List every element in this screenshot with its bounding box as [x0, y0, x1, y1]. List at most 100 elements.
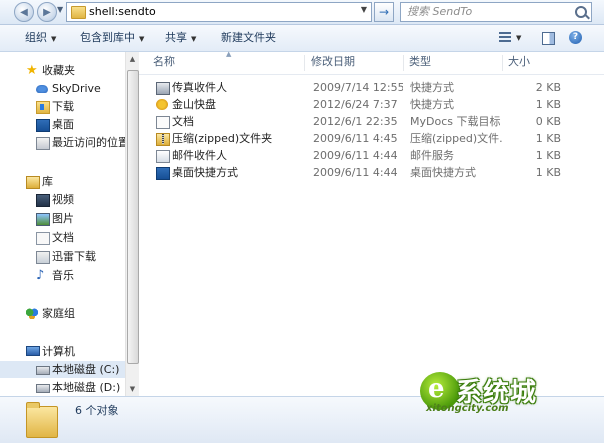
- file-row[interactable]: 金山快盘 2012/6/24 7:37 快捷方式 1 KB: [139, 96, 604, 113]
- column-divider[interactable]: [304, 55, 305, 71]
- go-button[interactable]: →: [374, 2, 394, 22]
- nav-label: 库: [42, 175, 53, 188]
- address-input[interactable]: shell:sendto ▼: [66, 2, 372, 22]
- include-library-button[interactable]: 包含到库中 ▼: [80, 25, 144, 51]
- file-row[interactable]: 传真收件人 2009/7/14 12:55 快捷方式 2 KB: [139, 79, 604, 96]
- file-type: 压缩(zipped)文件...: [410, 132, 502, 145]
- share-label: 共享: [165, 31, 187, 44]
- file-name: 金山快盘: [172, 98, 216, 111]
- nav-documents[interactable]: 文档: [0, 229, 125, 246]
- homegroup-icon: [26, 308, 38, 319]
- change-view-icon[interactable]: [499, 32, 511, 43]
- file-date: 2009/6/11 4:44: [313, 149, 398, 162]
- scroll-up-icon[interactable]: ▲: [127, 53, 138, 65]
- file-size: 1 KB: [535, 149, 561, 162]
- file-size: 2 KB: [535, 81, 561, 94]
- document-icon: [156, 116, 170, 129]
- computer-icon: [26, 346, 40, 356]
- file-row[interactable]: 邮件收件人 2009/6/11 4:44 邮件服务 1 KB: [139, 147, 604, 164]
- navigation-scrollbar[interactable]: ▲ ▼: [125, 52, 140, 396]
- kingsoft-disk-icon: [156, 99, 168, 110]
- new-folder-label: 新建文件夹: [221, 31, 276, 44]
- share-button[interactable]: 共享 ▼: [165, 25, 196, 51]
- watermark-url: xitongcity.com: [426, 403, 509, 414]
- nav-label: 图片: [52, 212, 74, 225]
- hard-drive-icon: [36, 384, 50, 393]
- nav-label: 计算机: [42, 345, 75, 358]
- nav-favorites[interactable]: ★ 收藏夹: [0, 62, 125, 79]
- item-count: 6 个对象: [75, 404, 119, 417]
- nav-computer[interactable]: 计算机: [0, 343, 125, 360]
- column-divider[interactable]: [502, 55, 503, 71]
- forward-button[interactable]: ▶: [37, 2, 57, 22]
- scroll-down-icon[interactable]: ▼: [127, 383, 138, 395]
- column-header-type[interactable]: 类型: [409, 52, 431, 74]
- organize-label: 组织: [25, 31, 47, 44]
- desktop-icon: [36, 119, 50, 132]
- nav-drive-c[interactable]: 本地磁盘 (C:): [0, 361, 125, 378]
- nav-recent-places[interactable]: 最近访问的位置: [0, 134, 125, 151]
- column-header-name[interactable]: 名称: [153, 52, 175, 74]
- nav-videos[interactable]: 视频: [0, 191, 125, 208]
- xunlei-download-icon: [36, 251, 50, 264]
- folder-icon: [26, 402, 58, 438]
- address-dropdown-icon[interactable]: ▼: [361, 5, 367, 14]
- column-divider[interactable]: [403, 55, 404, 71]
- chevron-down-icon: ▼: [139, 35, 145, 43]
- file-type: 快捷方式: [410, 98, 454, 111]
- nav-music[interactable]: ♪ 音乐: [0, 267, 125, 284]
- nav-xunlei-downloads[interactable]: 迅雷下载: [0, 248, 125, 265]
- command-toolbar: 组织 ▼ 包含到库中 ▼ 共享 ▼ 新建文件夹 ▼ ?: [0, 25, 604, 52]
- nav-label: 迅雷下载: [52, 250, 96, 263]
- nav-label: 收藏夹: [42, 64, 75, 77]
- recent-places-icon: [36, 137, 50, 150]
- file-name: 邮件收件人: [172, 149, 227, 162]
- file-row[interactable]: 文档 2012/6/1 22:35 MyDocs 下载目标 0 KB: [139, 113, 604, 130]
- file-type: 邮件服务: [410, 149, 454, 162]
- preview-pane-icon[interactable]: [542, 32, 555, 45]
- column-header-date[interactable]: 修改日期: [311, 52, 355, 74]
- sort-ascending-icon: ▲: [226, 50, 232, 58]
- nav-label: 音乐: [52, 269, 74, 282]
- file-date: 2009/6/11 4:45: [313, 132, 398, 145]
- nav-label: 家庭组: [42, 307, 75, 320]
- file-type: 桌面快捷方式: [410, 166, 476, 179]
- cloud-icon: [36, 85, 48, 93]
- video-icon: [36, 194, 50, 207]
- folder-icon: [71, 6, 86, 19]
- file-size: 1 KB: [535, 166, 561, 179]
- file-row[interactable]: 桌面快捷方式 2009/6/11 4:44 桌面快捷方式 1 KB: [139, 164, 604, 181]
- column-header-size[interactable]: 大小: [508, 52, 530, 74]
- view-dropdown-icon[interactable]: ▼: [516, 25, 521, 51]
- organize-button[interactable]: 组织 ▼: [25, 25, 56, 51]
- scroll-thumb[interactable]: [127, 70, 139, 364]
- nav-skydrive[interactable]: SkyDrive: [0, 80, 125, 97]
- search-icon[interactable]: [575, 6, 587, 18]
- file-size: 1 KB: [535, 98, 561, 111]
- file-list: ▲ 名称 修改日期 类型 大小 传真收件人 2009/7/14 12:55 快捷…: [139, 50, 604, 396]
- nav-drive-d[interactable]: 本地磁盘 (D:): [0, 379, 125, 396]
- nav-homegroup[interactable]: 家庭组: [0, 305, 125, 322]
- search-input[interactable]: 搜索 SendTo: [400, 2, 592, 22]
- file-date: 2012/6/1 22:35: [313, 115, 398, 128]
- file-name: 文档: [172, 115, 194, 128]
- back-button[interactable]: ◀: [14, 2, 34, 22]
- watermark-logo: e 系统城 xitongcity.com: [420, 372, 588, 416]
- nav-pictures[interactable]: 图片: [0, 210, 125, 227]
- new-folder-button[interactable]: 新建文件夹: [221, 25, 276, 51]
- nav-libraries[interactable]: 库: [0, 173, 125, 190]
- hard-drive-icon: [36, 366, 50, 375]
- recent-pages-dropdown[interactable]: ▼: [57, 5, 63, 14]
- file-name: 桌面快捷方式: [172, 166, 238, 179]
- back-arrow-icon: ◀: [20, 6, 28, 18]
- nav-label: SkyDrive: [52, 82, 101, 95]
- nav-desktop[interactable]: 桌面: [0, 116, 125, 133]
- mail-icon: [156, 150, 170, 163]
- column-headers: ▲ 名称 修改日期 类型 大小: [139, 50, 604, 75]
- file-row[interactable]: 压缩(zipped)文件夹 2009/6/11 4:45 压缩(zipped)文…: [139, 130, 604, 147]
- help-icon[interactable]: ?: [569, 31, 582, 44]
- nav-label: 本地磁盘 (D:): [52, 381, 121, 394]
- file-date: 2009/7/14 12:55: [313, 81, 403, 94]
- nav-downloads[interactable]: 下载: [0, 98, 125, 115]
- star-icon: ★: [26, 63, 38, 78]
